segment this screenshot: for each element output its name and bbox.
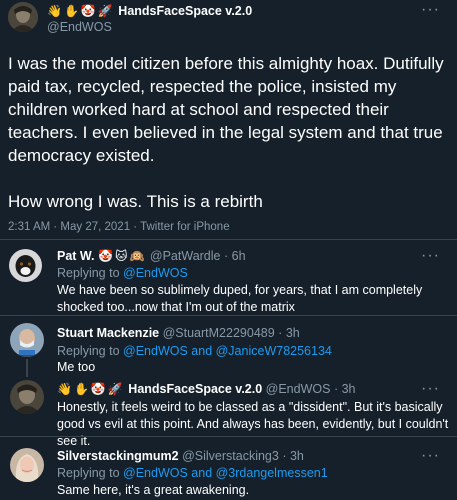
reply-text: Same here, it's a great awakening. (57, 483, 250, 497)
cat-face-icon: 🐱 (114, 249, 128, 263)
divider (0, 315, 457, 316)
thread-line (26, 359, 28, 377)
display-name[interactable]: Stuart Mackenzie (57, 326, 159, 340)
raised-hand-icon: ✋ (63, 4, 79, 18)
separator: · (223, 249, 229, 263)
avatar[interactable] (10, 448, 44, 482)
avatar-image (10, 323, 44, 357)
avatar-image (10, 380, 44, 414)
replying-to: Replying to @EndWOS (57, 265, 188, 281)
replying-to-link[interactable]: @EndWOS (123, 266, 188, 280)
handle[interactable]: @PatWardle (150, 249, 221, 263)
separator: · (333, 382, 339, 396)
timestamp[interactable]: 3h (290, 449, 304, 463)
more-options-button[interactable]: ··· (421, 1, 440, 19)
separator: · (278, 326, 283, 340)
timestamp[interactable]: 6h (232, 249, 246, 263)
handle[interactable]: @EndWOS (266, 382, 331, 396)
rocket-icon: 🚀 (97, 4, 113, 18)
display-name[interactable]: HandsFaceSpace v.2.0 (118, 4, 252, 18)
avatar[interactable] (10, 380, 44, 414)
replying-to-link[interactable]: @EndWOS and @JaniceW78256134 (123, 344, 332, 358)
more-options-button[interactable]: ··· (421, 447, 440, 465)
replying-to-label: Replying to (57, 344, 120, 358)
reply-text: We have been so sublimely duped, for yea… (57, 283, 423, 314)
tweet-text-paragraph-1: I was the model citizen before this almi… (8, 54, 444, 165)
waving-hand-icon: 👋 (47, 4, 62, 18)
timestamp[interactable]: 3h (342, 382, 356, 396)
replying-to-link[interactable]: @EndWOS and @3rdangelmessen1 (123, 466, 328, 480)
more-options-button[interactable]: ··· (421, 380, 440, 398)
tweet-meta: 2:31 AM · May 27, 2021 · Twitter for iPh… (8, 221, 230, 233)
waving-hand-icon: 👋 (57, 382, 72, 396)
replying-to: Replying to @EndWOS and @JaniceW78256134 (57, 343, 332, 359)
handle[interactable]: @EndWOS (47, 19, 112, 35)
replying-to-label: Replying to (57, 466, 120, 480)
tweet-text: I was the model citizen before this almi… (8, 52, 448, 213)
separator: · (282, 449, 287, 463)
avatar[interactable] (9, 249, 42, 282)
clown-face-icon: 🤡 (98, 249, 113, 263)
hear-no-evil-monkey-icon: 🙉 (129, 249, 145, 263)
replying-to-label: Replying to (57, 266, 120, 280)
avatar-image (10, 448, 44, 482)
avatar[interactable] (10, 323, 44, 357)
divider (0, 239, 457, 240)
author-row: 👋 ✋ 🤡 🚀 HandsFaceSpace v.2.0 @EndWOS · 3h (57, 381, 356, 397)
author-row: Pat W. 🤡 🐱 🙉 @PatWardle · 6h (57, 248, 246, 264)
display-name[interactable]: Silverstackingmum2 (57, 449, 179, 463)
reply-text: Me too (57, 360, 96, 374)
timestamp[interactable]: 3h (286, 326, 300, 340)
divider (0, 436, 457, 437)
tweet-text-paragraph-2: How wrong I was. This is a rebirth (8, 192, 263, 211)
avatar[interactable] (8, 2, 38, 32)
clown-face-icon: 🤡 (80, 4, 96, 18)
raised-hand-icon: ✋ (73, 382, 89, 396)
avatar-image (8, 2, 38, 32)
author-row: Stuart Mackenzie @StuartM22290489 · 3h (57, 325, 300, 341)
replying-to: Replying to @EndWOS and @3rdangelmessen1 (57, 465, 328, 481)
clown-face-icon: 🤡 (90, 382, 106, 396)
display-name[interactable]: Pat W. (57, 249, 95, 263)
author-row: Silverstackingmum2 @Silverstacking3 · 3h (57, 448, 304, 464)
handle[interactable]: @StuartM22290489 (163, 326, 275, 340)
display-name[interactable]: HandsFaceSpace v.2.0 (128, 382, 262, 396)
rocket-icon: 🚀 (107, 382, 123, 396)
avatar-image (9, 249, 42, 282)
author-row: 👋 ✋ 🤡 🚀 HandsFaceSpace v.2.0 (47, 3, 252, 19)
reply-text: Honestly, it feels weird to be classed a… (57, 400, 449, 448)
more-options-button[interactable]: ··· (421, 247, 440, 265)
handle[interactable]: @Silverstacking3 (182, 449, 279, 463)
